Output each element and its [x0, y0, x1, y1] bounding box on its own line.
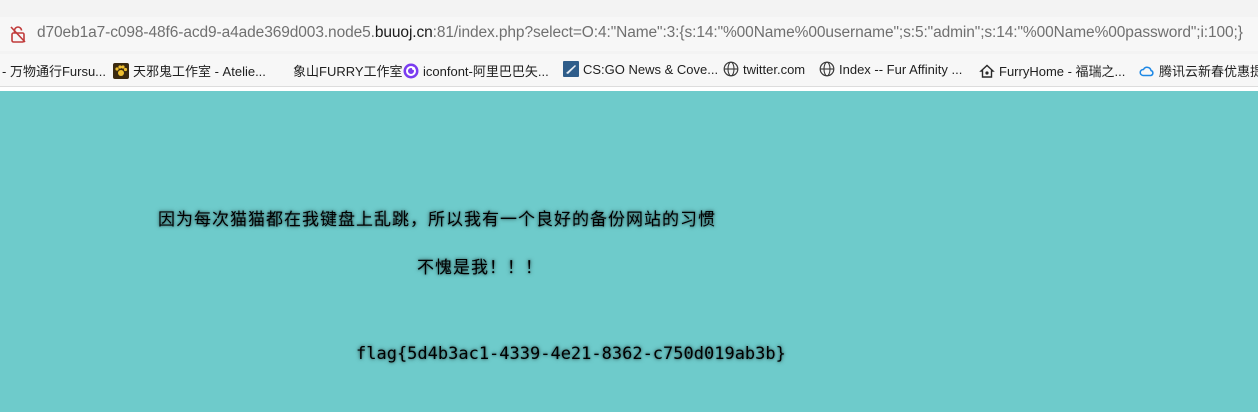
exclaim-text: 不愧是我！！！ — [417, 258, 543, 278]
paw-icon — [113, 62, 129, 79]
url-host: buuoj.cn — [374, 24, 433, 41]
csgo-icon — [563, 61, 579, 77]
globe-icon — [819, 61, 835, 77]
flag-text: flag{5d4b3ac1-4339-4e21-8362-c750d019ab3… — [356, 344, 786, 364]
page-content: 因为每次猫猫都在我键盘上乱跳，所以我有一个良好的备份网站的习惯 不愧是我！！！ … — [0, 91, 1258, 412]
bookmark-label: - 万物通行Fursu... — [2, 64, 107, 79]
not-secure-icon[interactable] — [10, 25, 26, 43]
bookmark-label: Index -- Fur Affinity ... — [839, 61, 963, 77]
bookmarks-bar: - 万物通行Fursu... 天邪鬼工作室 - Atelie... 象山FURR… — [0, 54, 1258, 87]
bookmark-xiangshan[interactable]: 象山FURRY工作室 — [273, 61, 403, 80]
bookmark-tencent-cloud[interactable]: 腾讯云新春优惠提前 — [1139, 61, 1258, 80]
url-text[interactable]: d70eb1a7-c098-48f6-acd9-a4ade369d003.nod… — [37, 24, 1243, 42]
bookmark-fursuit[interactable]: - 万物通行Fursu... — [2, 61, 106, 80]
bookmark-label: iconfont-阿里巴巴矢... — [423, 64, 549, 79]
home-icon — [979, 64, 995, 78]
blank-page-icon — [273, 63, 289, 79]
bookmark-atelier[interactable]: 天邪鬼工作室 - Atelie... — [113, 61, 266, 80]
bookmark-label: 天邪鬼工作室 - Atelie... — [133, 64, 266, 79]
bookmark-label: CS:GO News & Cove... — [583, 61, 719, 77]
bookmark-label: twitter.com — [743, 61, 806, 77]
bookmark-label: FurryHome - 福瑞之... — [999, 64, 1126, 79]
url-suffix: :81/index.php?select=O:4:"Name":3:{s:14:… — [432, 24, 1243, 41]
bookmark-csgo[interactable]: CS:GO News & Cove... — [563, 61, 718, 77]
cloud-icon — [1139, 66, 1154, 76]
backup-habit-text: 因为每次猫猫都在我键盘上乱跳，所以我有一个良好的备份网站的习惯 — [158, 210, 716, 230]
browser-toolbar: d70eb1a7-c098-48f6-acd9-a4ade369d003.nod… — [0, 0, 1258, 54]
url-prefix: d70eb1a7-c098-48f6-acd9-a4ade369d003.nod… — [37, 24, 375, 41]
bookmark-label: 象山FURRY工作室 — [293, 64, 403, 79]
bookmark-furaffinity[interactable]: Index -- Fur Affinity ... — [819, 61, 962, 77]
bookmark-furryhome[interactable]: FurryHome - 福瑞之... — [979, 61, 1125, 80]
bookmark-label: 腾讯云新春优惠提前 — [1159, 64, 1258, 79]
iconfont-icon — [403, 63, 419, 78]
bookmark-iconfont[interactable]: iconfont-阿里巴巴矢... — [403, 61, 549, 80]
bookmark-twitter[interactable]: twitter.com — [723, 61, 805, 77]
globe-icon — [723, 61, 739, 77]
